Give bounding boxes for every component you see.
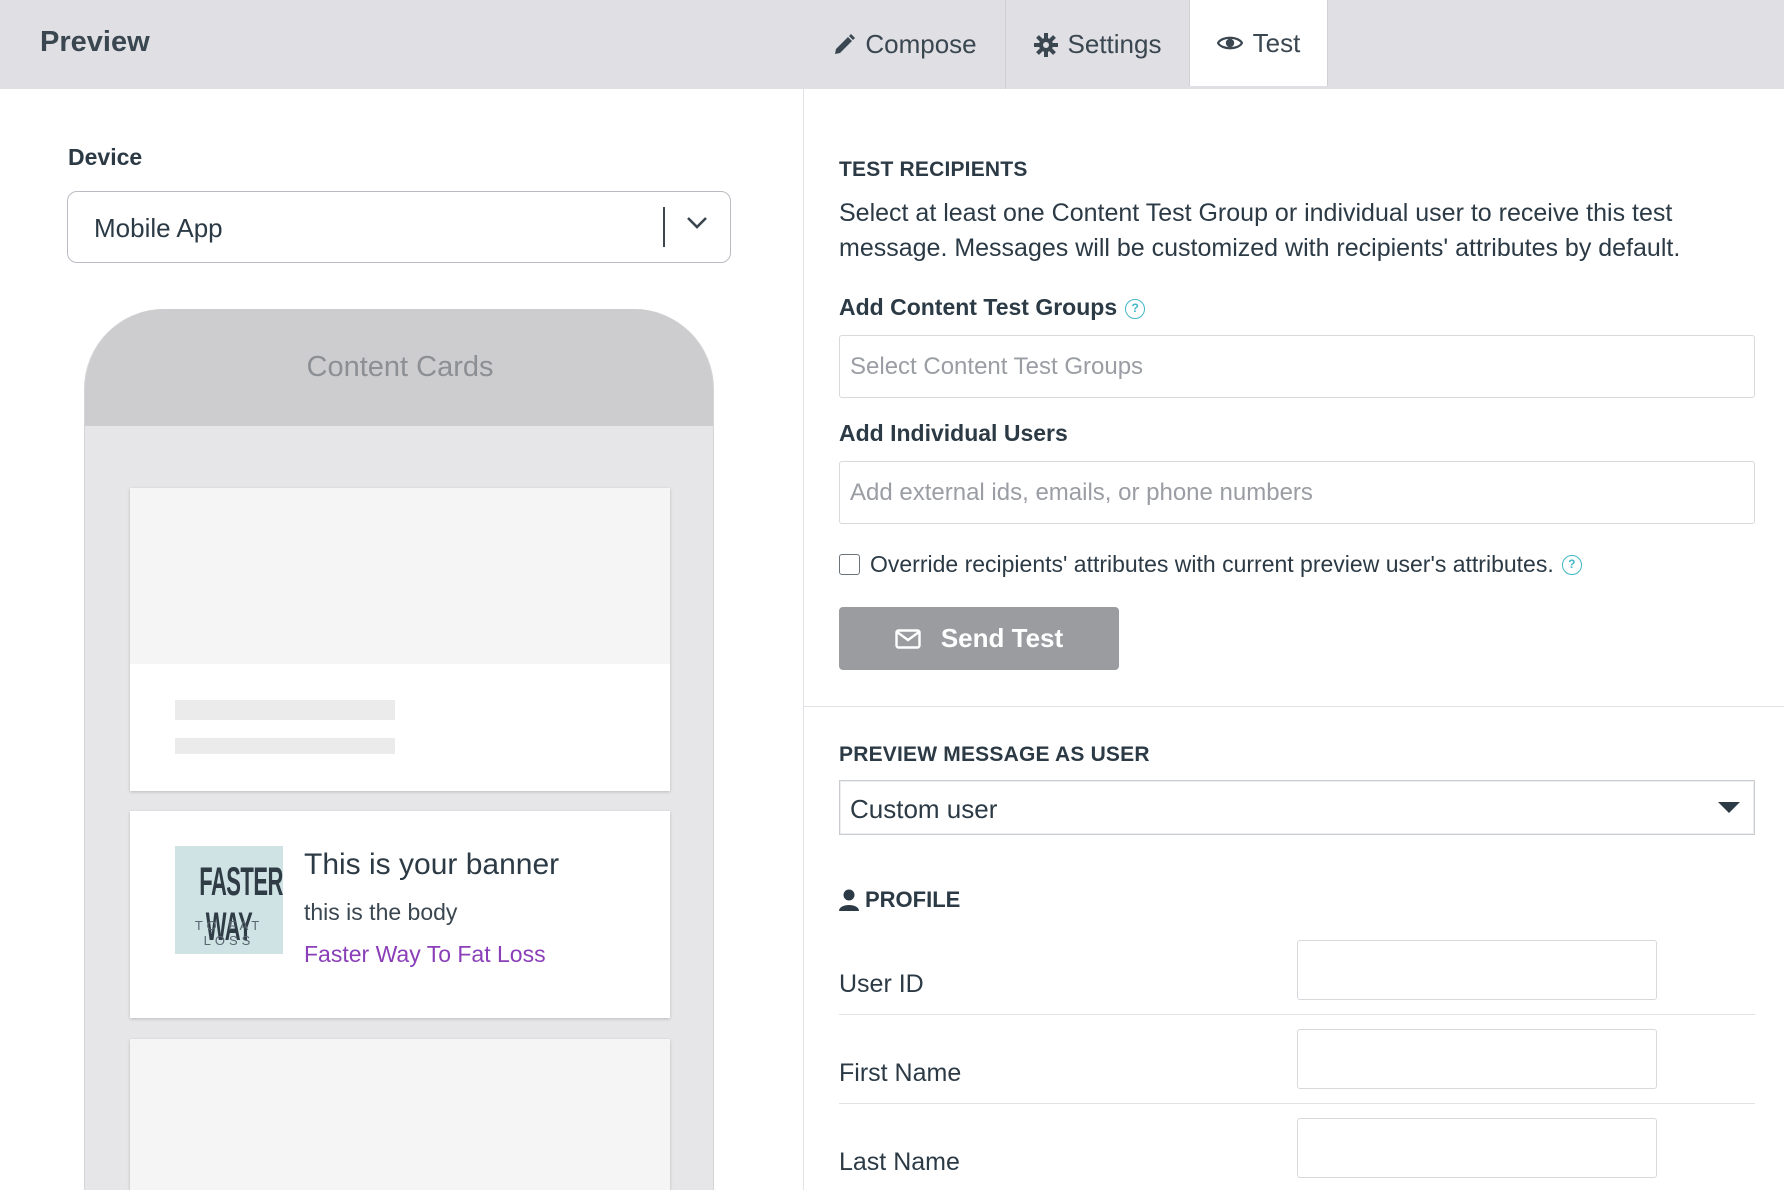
placeholder-card <box>130 1039 670 1190</box>
eye-icon <box>1216 34 1243 52</box>
top-bar: Preview Compose Settings Test <box>0 0 1784 89</box>
tab-compose[interactable]: Compose <box>805 0 1005 89</box>
section-divider <box>804 706 1784 707</box>
last-name-input[interactable] <box>1297 1118 1657 1178</box>
device-select-value: Mobile App <box>94 213 223 243</box>
tab-test-label: Test <box>1252 27 1301 58</box>
help-icon[interactable]: ? <box>1125 299 1146 319</box>
content-test-groups-input[interactable] <box>839 335 1755 398</box>
tab-test[interactable]: Test <box>1189 0 1328 86</box>
panel-divider <box>803 87 804 1190</box>
tab-settings-label: Settings <box>1067 29 1162 59</box>
banner-link[interactable]: Faster Way To Fat Loss <box>304 941 546 968</box>
profile-title: PROFILE <box>839 887 960 913</box>
user-id-label: User ID <box>839 970 924 998</box>
placeholder-card <box>130 488 670 791</box>
profile-row-user-id: User ID <box>839 940 1755 1029</box>
card-image-placeholder <box>130 1039 670 1190</box>
profile-title-label: PROFILE <box>865 887 961 912</box>
device-select[interactable]: Mobile App <box>67 191 731 263</box>
phone-title: Content Cards <box>306 351 494 383</box>
send-test-label: Send Test <box>940 623 1064 653</box>
chevron-down-icon[interactable] <box>686 216 708 235</box>
envelope-icon <box>895 628 921 649</box>
test-recipients-description: Select at least one Content Test Group o… <box>839 199 1681 262</box>
preview-as-user-title: PREVIEW MESSAGE AS USER <box>839 743 1150 766</box>
gear-icon <box>1033 32 1058 57</box>
device-label: Device <box>68 144 143 170</box>
override-attributes-checkbox[interactable] <box>839 554 860 575</box>
first-name-label: First Name <box>839 1059 962 1087</box>
help-icon[interactable]: ? <box>1561 554 1582 575</box>
phone-header: Content Cards <box>85 309 713 426</box>
content-test-groups-label-text: Add Content Test Groups <box>839 294 1118 320</box>
banner-card[interactable]: FASTER WAY TO FAT LOSS This is your bann… <box>130 811 670 1018</box>
tab-settings[interactable]: Settings <box>1005 0 1189 89</box>
preview-title: Preview <box>40 26 150 58</box>
pencil-icon <box>833 33 856 56</box>
phone-mockup: Content Cards FASTER WAY TO FAT LOSS Thi… <box>84 309 714 1190</box>
send-test-button[interactable]: Send Test <box>839 607 1119 670</box>
override-attributes-row: Override recipients' attributes with cur… <box>839 551 1582 578</box>
caret-down-icon <box>1718 802 1740 813</box>
content-test-groups-label: Add Content Test Groups? <box>839 294 1146 321</box>
logo-subtext: TO FAT LOSS <box>194 918 264 948</box>
brand-logo: FASTER WAY TO FAT LOSS <box>175 846 283 954</box>
first-name-input[interactable] <box>1297 1029 1657 1089</box>
user-id-input[interactable] <box>1297 940 1657 1000</box>
last-name-label: Last Name <box>839 1148 960 1176</box>
select-separator <box>663 207 665 247</box>
profile-row-first-name: First Name <box>839 1029 1755 1118</box>
banner-title: This is your banner <box>304 848 560 881</box>
row-divider <box>839 1014 1755 1015</box>
individual-users-input[interactable] <box>839 461 1755 524</box>
card-image-placeholder <box>130 488 670 664</box>
user-icon <box>839 889 859 911</box>
individual-users-label: Add Individual Users <box>839 420 1068 446</box>
test-recipients-title: TEST RECIPIENTS <box>839 158 1028 181</box>
row-divider <box>839 1103 1755 1104</box>
text-placeholder <box>175 700 395 720</box>
tab-compose-label: Compose <box>865 29 977 59</box>
profile-row-last-name: Last Name <box>839 1118 1755 1190</box>
banner-body: this is the body <box>304 899 458 925</box>
override-attributes-label: Override recipients' attributes with cur… <box>870 551 1554 577</box>
preview-user-select[interactable]: Custom user <box>839 780 1755 835</box>
preview-user-select-value: Custom user <box>850 794 998 824</box>
text-placeholder <box>175 738 395 754</box>
